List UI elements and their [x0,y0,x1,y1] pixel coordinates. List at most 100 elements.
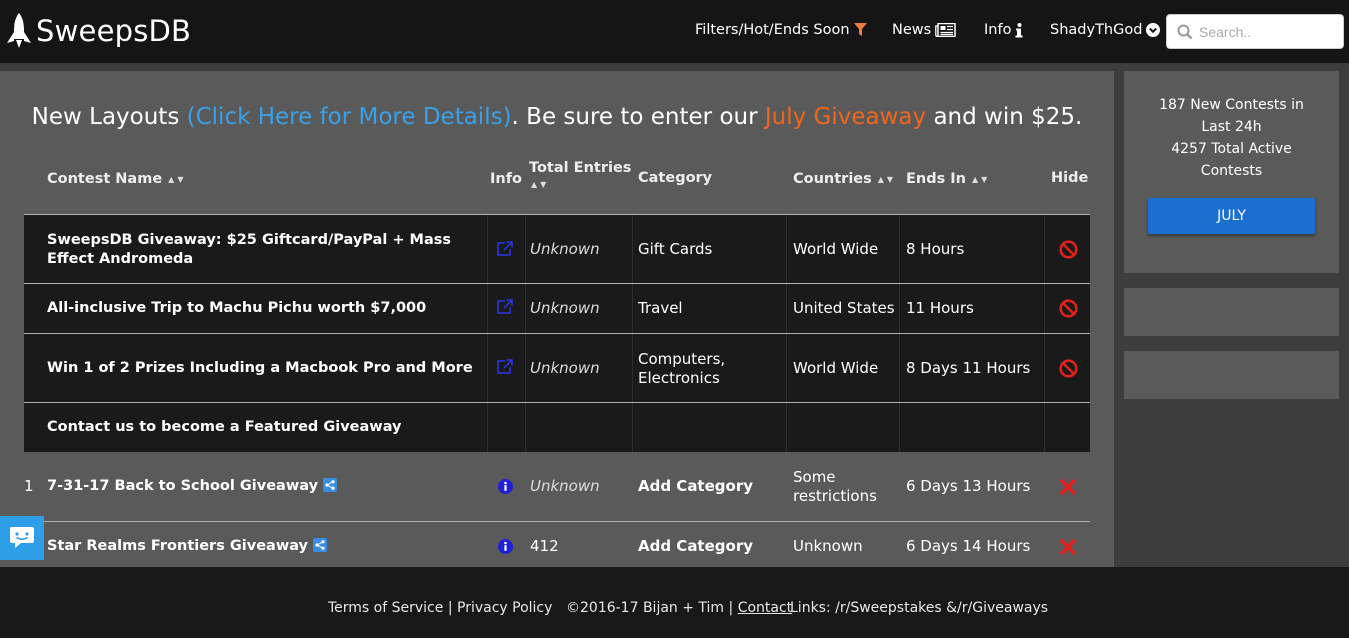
countries-value: World Wide [793,240,879,258]
external-link-icon[interactable] [496,299,513,315]
col-header-category: Category [638,170,713,186]
search-input[interactable] [1199,23,1339,40]
sort-arrows-icon[interactable]: ▲▼ [168,175,186,184]
footer-copyright: ©2016-17 Bijan + Tim | Contact [566,600,792,616]
contest-title-link[interactable]: All-inclusive Trip to Machu Pichu worth … [47,299,477,318]
footer-separator: | [443,600,457,616]
sort-arrows-icon[interactable]: ▲▼ [531,180,549,189]
hide-ban-icon[interactable] [1059,240,1078,259]
chat-icon [10,527,34,548]
featured-cta-row[interactable]: Contact us to become a Featured Giveaway [24,402,1090,452]
nav-info[interactable]: Info [984,22,1023,38]
col-contest-name-label: Contest Name [47,171,163,187]
featured-cta-link[interactable]: Contact us to become a Featured Giveaway [47,418,402,437]
featured-row[interactable]: All-inclusive Trip to Machu Pichu worth … [24,283,1090,333]
col-ends-label: Ends In [906,171,967,187]
external-link-icon[interactable] [496,359,513,375]
category-value: Computers, Electronics [638,350,726,387]
copyright-text: ©2016-17 Bijan + Tim | [566,600,738,616]
featured-row[interactable]: SweepsDB Giveaway: $25 Giftcard/PayPal +… [24,214,1090,284]
featured-row[interactable]: Win 1 of 2 Prizes Including a Macbook Pr… [24,333,1090,403]
hide-x-icon[interactable] [1060,539,1076,555]
nav-news-label: News [892,22,932,38]
stats-last-24h: Last 24h [1201,119,1262,135]
contest-title-link[interactable]: Star Realms Frontiers Giveaway [47,537,328,556]
nav-username: ShadyThGod [1050,22,1143,38]
contest-title-link[interactable]: Win 1 of 2 Prizes Including a Macbook Pr… [47,359,477,378]
col-header-total-entries[interactable]: Total Entries ▲▼ [529,160,631,192]
add-category-link[interactable]: Add Category [638,537,753,556]
chat-widget-button[interactable] [0,516,44,560]
col-header-countries[interactable]: Countries ▲▼ [793,171,896,187]
ends-in-value: 6 Days 14 Hours [906,537,1031,555]
links-label: Links: [790,600,836,616]
brand-link[interactable]: SweepsDB [6,12,191,50]
newspaper-icon [935,23,956,37]
privacy-link[interactable]: Privacy Policy [457,600,552,616]
hide-ban-icon[interactable] [1059,359,1078,378]
terms-link[interactable]: Terms of Service [328,600,443,616]
nav-filters[interactable]: Filters/Hot/Ends Soon [695,22,867,38]
table-row[interactable]: 7-31-17 Back to School Giveaway Unknown … [24,452,1090,521]
share-icon[interactable] [313,538,328,552]
entries-value: 412 [530,537,559,555]
giveaways-subreddit-link[interactable]: /r/Giveaways [957,600,1048,616]
info-circle-icon[interactable] [498,539,513,554]
table-row[interactable]: Star Realms Frontiers Giveaway 412 Add C… [24,521,1090,567]
nav-filters-label: Filters/Hot/Ends Soon [695,22,850,38]
search-icon [1177,24,1193,39]
share-icon[interactable] [323,478,338,492]
col-header-info: Info [490,171,522,187]
ends-in-value: 8 Days 11 Hours [906,359,1031,377]
hide-x-icon[interactable] [1060,479,1076,495]
col-entries-label: Total Entries [529,160,632,176]
hide-ban-icon[interactable] [1059,299,1078,318]
col-header-contest-name[interactable]: Contest Name ▲▼ [47,171,186,187]
july-giveaway-link[interactable]: July Giveaway [765,104,926,130]
sweepstakes-subreddit-link[interactable]: /r/Sweepstakes [835,600,942,616]
nav-news[interactable]: News [892,22,956,38]
sidebar-empty-box [1124,351,1339,399]
col-header-hide: Hide [1051,170,1089,186]
info-circle-icon[interactable] [498,479,513,494]
info-icon [1015,22,1023,37]
footer-links: Links: /r/Sweepstakes &/r/Giveaways [790,600,1048,616]
contest-name: Star Realms Frontiers Giveaway [47,538,309,554]
announcement-banner: New Layouts (Click Here for More Details… [0,104,1114,130]
nav-info-label: Info [984,22,1012,38]
sidebar-stats-box: 187 New Contests in Last 24h 4257 Total … [1124,71,1339,273]
announcement-text-3: and win $25. [926,104,1083,130]
links-amp: & [941,600,958,616]
contact-link[interactable]: Contact [738,600,792,616]
announcement-text: New Layouts [31,104,187,130]
entries-value: Unknown [530,477,600,495]
row-number: 1 [24,477,34,495]
col-header-ends-in[interactable]: Ends In ▲▼ [906,171,990,187]
contest-title-link[interactable]: 7-31-17 Back to School Giveaway [47,477,338,496]
countries-value: Unknown [793,537,863,555]
entries-value: Unknown [530,299,600,317]
contest-title-link[interactable]: SweepsDB Giveaway: $25 Giftcard/PayPal +… [47,231,477,269]
category-value: Travel [638,299,683,317]
countries-value: United States [793,299,895,317]
add-category-link[interactable]: Add Category [638,477,753,496]
stats-new-contests: 187 New Contests in [1159,97,1304,113]
rocket-logo-icon [7,13,31,48]
ends-in-value: 11 Hours [906,299,974,317]
stats-text: 187 New Contests in Last 24h 4257 Total … [1124,94,1339,182]
ends-in-value: 6 Days 13 Hours [906,477,1031,495]
external-link-icon[interactable] [496,241,513,257]
search-box[interactable] [1166,14,1344,49]
chevron-down-circle-icon [1146,23,1161,37]
sort-arrows-icon[interactable]: ▲▼ [972,175,990,184]
col-countries-label: Countries [793,171,872,187]
category-value: Gift Cards [638,240,713,258]
july-button[interactable]: JULY [1148,198,1315,234]
details-link[interactable]: (Click Here for More Details) [187,104,512,130]
page-footer: Terms of Service | Privacy Policy ©2016-… [0,567,1349,638]
funnel-icon [853,23,867,36]
sort-arrows-icon[interactable]: ▲▼ [878,175,896,184]
nav-user-menu[interactable]: ShadyThGod [1050,22,1161,38]
footer-legal: Terms of Service | Privacy Policy [328,600,552,616]
announcement-text-2: . Be sure to enter our [511,104,765,130]
